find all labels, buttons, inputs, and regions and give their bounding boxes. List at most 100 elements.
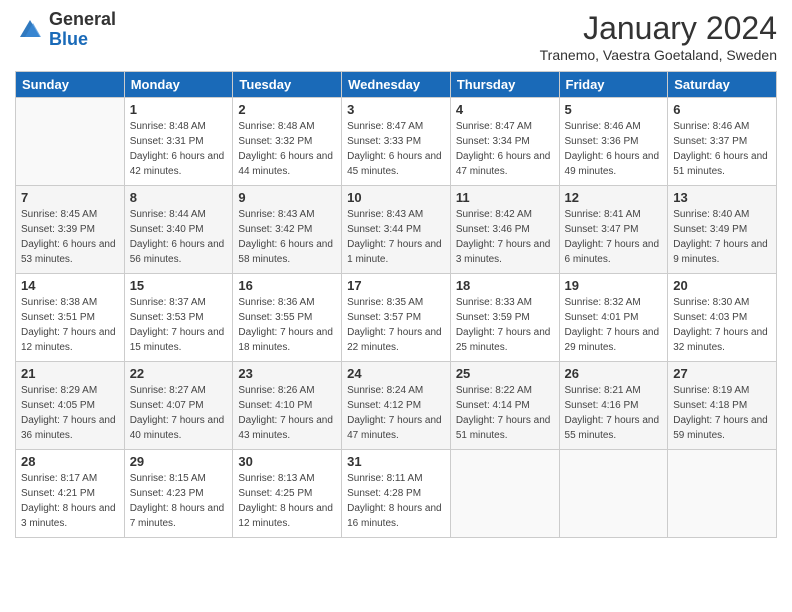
day-number: 13 [673, 190, 771, 205]
calendar-cell-0-0 [16, 98, 125, 186]
calendar-table: Sunday Monday Tuesday Wednesday Thursday… [15, 71, 777, 538]
day-info: Sunrise: 8:19 AMSunset: 4:18 PMDaylight:… [673, 383, 771, 443]
calendar-cell-4-1: 29 Sunrise: 8:15 AMSunset: 4:23 PMDayligh… [124, 450, 233, 538]
header-friday: Friday [559, 72, 668, 98]
page-header: General Blue January 2024 Tranemo, Vaest… [15, 10, 777, 63]
day-info: Sunrise: 8:36 AMSunset: 3:55 PMDaylight:… [238, 295, 336, 355]
header-tuesday: Tuesday [233, 72, 342, 98]
calendar-cell-3-5: 26 Sunrise: 8:21 AMSunset: 4:16 PMDayligh… [559, 362, 668, 450]
header-wednesday: Wednesday [342, 72, 451, 98]
weekday-header-row: Sunday Monday Tuesday Wednesday Thursday… [16, 72, 777, 98]
day-number: 2 [238, 102, 336, 117]
day-number: 3 [347, 102, 445, 117]
day-info: Sunrise: 8:47 AMSunset: 3:33 PMDaylight:… [347, 119, 445, 179]
day-number: 22 [130, 366, 228, 381]
day-info: Sunrise: 8:30 AMSunset: 4:03 PMDaylight:… [673, 295, 771, 355]
calendar-cell-3-6: 27 Sunrise: 8:19 AMSunset: 4:18 PMDayligh… [668, 362, 777, 450]
logo-icon [15, 15, 45, 45]
day-number: 6 [673, 102, 771, 117]
day-number: 18 [456, 278, 554, 293]
calendar-cell-1-3: 10Sunrise: 8:43 AMSunset: 3:44 PMDayligh… [342, 186, 451, 274]
day-number: 17 [347, 278, 445, 293]
day-number: 26 [565, 366, 663, 381]
week-row-3: 14 Sunrise: 8:38 AMSunset: 3:51 PMDayligh… [16, 274, 777, 362]
day-number: 4 [456, 102, 554, 117]
day-info: Sunrise: 8:24 AMSunset: 4:12 PMDaylight:… [347, 383, 445, 443]
header-sunday: Sunday [16, 72, 125, 98]
day-info: Sunrise: 8:48 AMSunset: 3:31 PMDaylight:… [130, 119, 228, 179]
day-number: 27 [673, 366, 771, 381]
week-row-1: 1 Sunrise: 8:48 AMSunset: 3:31 PMDaylight… [16, 98, 777, 186]
day-info: Sunrise: 8:32 AMSunset: 4:01 PMDaylight:… [565, 295, 663, 355]
location-title: Tranemo, Vaestra Goetaland, Sweden [540, 47, 777, 63]
calendar-cell-2-6: 20Sunrise: 8:30 AMSunset: 4:03 PMDayligh… [668, 274, 777, 362]
calendar-cell-3-1: 22Sunrise: 8:27 AMSunset: 4:07 PMDayligh… [124, 362, 233, 450]
calendar-cell-2-5: 19 Sunrise: 8:32 AMSunset: 4:01 PMDayligh… [559, 274, 668, 362]
logo-general: General [49, 9, 116, 29]
day-info: Sunrise: 8:15 AMSunset: 4:23 PMDaylight:… [130, 471, 228, 531]
calendar-cell-3-2: 23Sunrise: 8:26 AMSunset: 4:10 PMDayligh… [233, 362, 342, 450]
day-info: Sunrise: 8:41 AMSunset: 3:47 PMDaylight:… [565, 207, 663, 267]
day-info: Sunrise: 8:38 AMSunset: 3:51 PMDaylight:… [21, 295, 119, 355]
day-info: Sunrise: 8:13 AMSunset: 4:25 PMDaylight:… [238, 471, 336, 531]
calendar-cell-4-4 [450, 450, 559, 538]
day-number: 16 [238, 278, 336, 293]
day-number: 15 [130, 278, 228, 293]
day-number: 21 [21, 366, 119, 381]
calendar-cell-2-3: 17 Sunrise: 8:35 AMSunset: 3:57 PMDayligh… [342, 274, 451, 362]
calendar-page: General Blue January 2024 Tranemo, Vaest… [0, 0, 792, 612]
calendar-cell-2-1: 15Sunrise: 8:37 AMSunset: 3:53 PMDayligh… [124, 274, 233, 362]
day-info: Sunrise: 8:46 AMSunset: 3:36 PMDaylight:… [565, 119, 663, 179]
day-number: 29 [130, 454, 228, 469]
week-row-4: 21 Sunrise: 8:29 AMSunset: 4:05 PMDayligh… [16, 362, 777, 450]
day-info: Sunrise: 8:29 AMSunset: 4:05 PMDaylight:… [21, 383, 119, 443]
calendar-cell-4-2: 30 Sunrise: 8:13 AMSunset: 4:25 PMDayligh… [233, 450, 342, 538]
week-row-2: 7Sunrise: 8:45 AMSunset: 3:39 PMDaylight… [16, 186, 777, 274]
calendar-cell-3-3: 24 Sunrise: 8:24 AMSunset: 4:12 PMDayligh… [342, 362, 451, 450]
day-number: 24 [347, 366, 445, 381]
day-number: 8 [130, 190, 228, 205]
day-number: 9 [238, 190, 336, 205]
day-info: Sunrise: 8:26 AMSunset: 4:10 PMDaylight:… [238, 383, 336, 443]
day-info: Sunrise: 8:35 AMSunset: 3:57 PMDaylight:… [347, 295, 445, 355]
title-block: January 2024 Tranemo, Vaestra Goetaland,… [540, 10, 777, 63]
day-info: Sunrise: 8:22 AMSunset: 4:14 PMDaylight:… [456, 383, 554, 443]
calendar-cell-4-0: 28 Sunrise: 8:17 AMSunset: 4:21 PMDayligh… [16, 450, 125, 538]
calendar-cell-4-6 [668, 450, 777, 538]
calendar-cell-4-3: 31Sunrise: 8:11 AMSunset: 4:28 PMDayligh… [342, 450, 451, 538]
day-number: 19 [565, 278, 663, 293]
logo: General Blue [15, 10, 116, 50]
day-info: Sunrise: 8:17 AMSunset: 4:21 PMDaylight:… [21, 471, 119, 531]
calendar-cell-1-4: 11 Sunrise: 8:42 AMSunset: 3:46 PMDayligh… [450, 186, 559, 274]
calendar-cell-1-2: 9 Sunrise: 8:43 AMSunset: 3:42 PMDaylight… [233, 186, 342, 274]
calendar-cell-1-5: 12Sunrise: 8:41 AMSunset: 3:47 PMDayligh… [559, 186, 668, 274]
calendar-cell-4-5 [559, 450, 668, 538]
week-row-5: 28 Sunrise: 8:17 AMSunset: 4:21 PMDayligh… [16, 450, 777, 538]
header-thursday: Thursday [450, 72, 559, 98]
calendar-cell-2-4: 18Sunrise: 8:33 AMSunset: 3:59 PMDayligh… [450, 274, 559, 362]
day-number: 25 [456, 366, 554, 381]
day-info: Sunrise: 8:42 AMSunset: 3:46 PMDaylight:… [456, 207, 554, 267]
day-number: 31 [347, 454, 445, 469]
logo-blue: Blue [49, 29, 88, 49]
day-info: Sunrise: 8:43 AMSunset: 3:44 PMDaylight:… [347, 207, 445, 267]
calendar-cell-0-5: 5Sunrise: 8:46 AMSunset: 3:36 PMDaylight… [559, 98, 668, 186]
day-number: 1 [130, 102, 228, 117]
calendar-cell-1-0: 7Sunrise: 8:45 AMSunset: 3:39 PMDaylight… [16, 186, 125, 274]
calendar-cell-0-2: 2 Sunrise: 8:48 AMSunset: 3:32 PMDaylight… [233, 98, 342, 186]
calendar-cell-0-6: 6 Sunrise: 8:46 AMSunset: 3:37 PMDaylight… [668, 98, 777, 186]
day-info: Sunrise: 8:48 AMSunset: 3:32 PMDaylight:… [238, 119, 336, 179]
day-number: 11 [456, 190, 554, 205]
logo-text: General Blue [49, 10, 116, 50]
day-number: 28 [21, 454, 119, 469]
calendar-cell-0-3: 3 Sunrise: 8:47 AMSunset: 3:33 PMDaylight… [342, 98, 451, 186]
day-number: 7 [21, 190, 119, 205]
month-title: January 2024 [540, 10, 777, 47]
day-info: Sunrise: 8:43 AMSunset: 3:42 PMDaylight:… [238, 207, 336, 267]
day-number: 30 [238, 454, 336, 469]
day-info: Sunrise: 8:46 AMSunset: 3:37 PMDaylight:… [673, 119, 771, 179]
day-info: Sunrise: 8:40 AMSunset: 3:49 PMDaylight:… [673, 207, 771, 267]
day-number: 14 [21, 278, 119, 293]
header-monday: Monday [124, 72, 233, 98]
day-info: Sunrise: 8:21 AMSunset: 4:16 PMDaylight:… [565, 383, 663, 443]
